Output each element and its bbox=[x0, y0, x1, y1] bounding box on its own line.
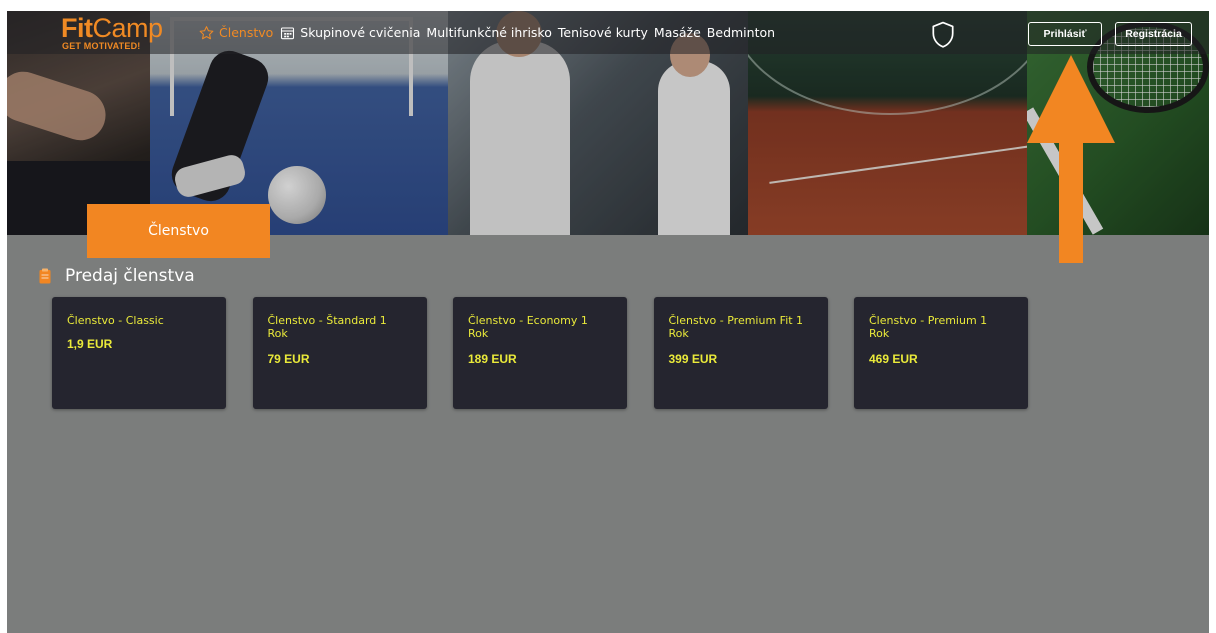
card-price: 189 EUR bbox=[468, 352, 517, 366]
membership-card-classic[interactable]: Členstvo - Classic 1,9 EUR bbox=[52, 297, 226, 409]
fitcamp-logo[interactable]: FitCamp GET MOTIVATED! bbox=[61, 14, 191, 52]
nav-link-label: Multifunkčné ihrisko bbox=[426, 25, 552, 40]
card-price: 79 EUR bbox=[267, 352, 310, 366]
membership-card-premium-fit[interactable]: Členstvo - Premium Fit 1 Rok 399 EUR bbox=[653, 297, 828, 409]
clipboard-icon bbox=[39, 268, 51, 284]
card-title: Členstvo - Premium 1 Rok bbox=[869, 314, 988, 340]
nav-link-tenisove-kurty[interactable]: Tenisové kurty bbox=[558, 25, 648, 40]
membership-card-premium[interactable]: Členstvo - Premium 1 Rok 469 EUR bbox=[854, 297, 1028, 409]
star-outline-icon bbox=[199, 25, 214, 39]
membership-cards: Členstvo - Classic 1,9 EUR Členstvo - Št… bbox=[52, 297, 1055, 409]
card-price: 399 EUR bbox=[668, 352, 718, 366]
login-button[interactable]: Prihlásiť bbox=[1028, 22, 1102, 46]
register-button[interactable]: Registrácia bbox=[1115, 22, 1192, 46]
card-price: 469 EUR bbox=[869, 352, 918, 366]
nav-link-skupinove-cvicenia[interactable]: Skupinové cvičenia bbox=[279, 25, 420, 41]
nav-link-multifunkcne-ihrisko[interactable]: Multifunkčné ihrisko bbox=[426, 25, 551, 40]
card-title: Členstvo - Economy 1 Rok bbox=[468, 314, 588, 340]
membership-card-standard[interactable]: Členstvo - Štandard 1 Rok 79 EUR bbox=[252, 297, 427, 409]
nav-link-label: Masáže bbox=[653, 25, 701, 40]
calendar-icon bbox=[281, 26, 295, 39]
card-title: Členstvo - Classic bbox=[67, 314, 164, 327]
section-title: Predaj členstva bbox=[65, 266, 195, 286]
nav-link-masaze[interactable]: Masáže bbox=[654, 25, 701, 40]
section-header: Predaj členstva bbox=[39, 266, 195, 286]
top-navbar: FitCamp GET MOTIVATED! Členstvo Skupinov… bbox=[7, 11, 1209, 54]
nav-link-bedminton[interactable]: Bedminton bbox=[707, 25, 775, 40]
arrow-up-annotation bbox=[1027, 55, 1115, 263]
nav-link-clenstvo[interactable]: Členstvo bbox=[198, 25, 273, 41]
card-price: 1,9 EUR bbox=[67, 337, 113, 351]
card-title: Členstvo - Štandard 1 Rok bbox=[267, 314, 387, 340]
card-title: Členstvo - Premium Fit 1 Rok bbox=[668, 314, 804, 340]
page: FitCamp GET MOTIVATED! Členstvo Skupinov… bbox=[7, 11, 1209, 633]
membership-card-economy[interactable]: Členstvo - Economy 1 Rok 189 EUR bbox=[453, 297, 627, 409]
nav-link-label: Tenisové kurty bbox=[557, 25, 648, 40]
nav-links: Členstvo Skupinové cvičenia Multifunkčné… bbox=[198, 11, 781, 54]
nav-link-label: Bedminton bbox=[706, 25, 776, 40]
nav-link-label: Skupinové cvičenia bbox=[300, 25, 421, 40]
tab-clenstvo[interactable]: Členstvo bbox=[87, 204, 270, 258]
nav-link-label: Členstvo bbox=[219, 25, 274, 40]
shield-icon[interactable] bbox=[930, 21, 956, 49]
